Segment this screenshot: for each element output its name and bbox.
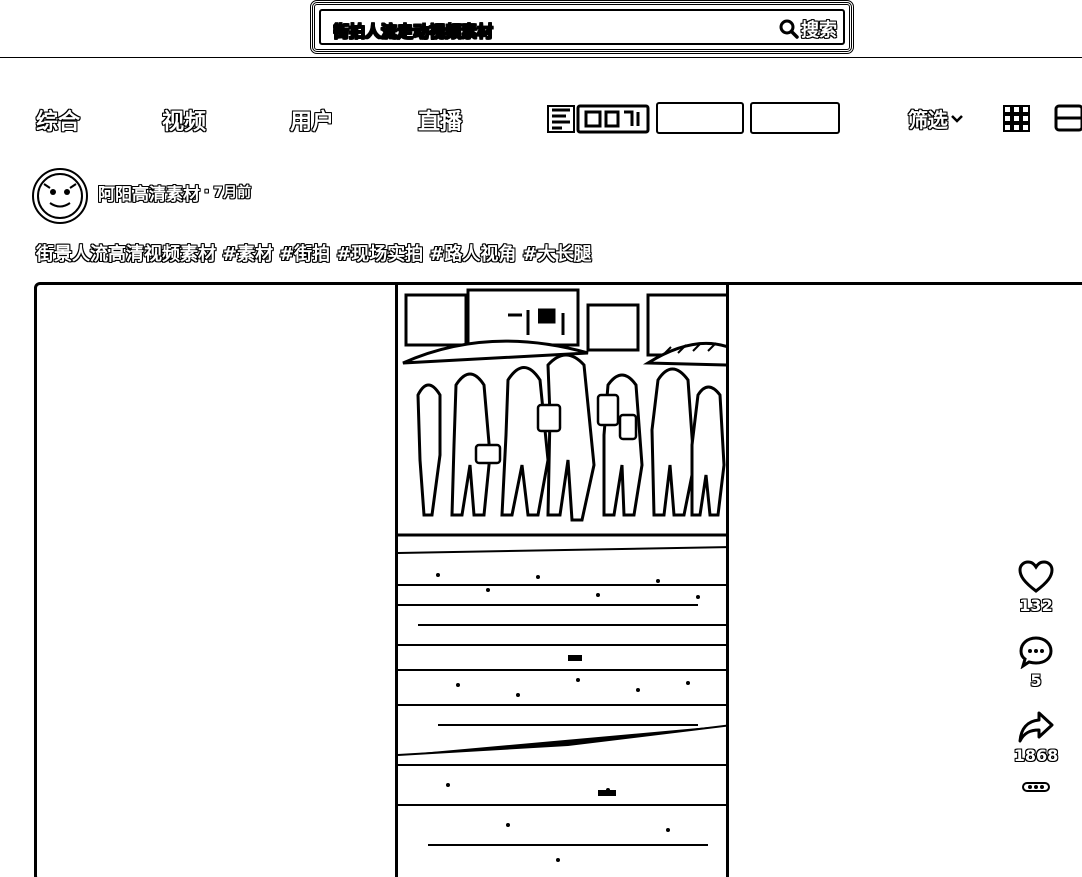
share-button[interactable]: 1868 <box>1013 710 1059 765</box>
list-view-icon[interactable] <box>1054 104 1082 132</box>
filter-pill-1[interactable] <box>656 102 744 134</box>
tab-general[interactable]: 综合 <box>36 104 80 136</box>
share-icon <box>1018 711 1054 743</box>
action-rail: 132 5 1868 <box>1010 560 1062 793</box>
chevron-down-icon <box>951 114 963 123</box>
avatar[interactable] <box>32 168 88 224</box>
result-tabs: 综合 视频 用户 直播 筛选 <box>0 100 1082 140</box>
heart-icon <box>1018 560 1054 593</box>
brand-logo-icon <box>547 104 650 134</box>
separator: · <box>204 184 210 200</box>
search-button-label: 搜索 <box>801 20 837 41</box>
hashtag[interactable]: #路人视角 <box>429 244 516 265</box>
share-count: 1868 <box>1013 746 1059 765</box>
post-author: 阿阳高清素材 · 7月前 <box>32 168 251 224</box>
like-count: 132 <box>1019 596 1053 615</box>
like-button[interactable]: 132 <box>1018 560 1054 615</box>
tab-users[interactable]: 用户 <box>290 104 334 136</box>
grid-view-icon[interactable] <box>1002 104 1030 132</box>
search-bar-inner: 搜索 <box>319 9 845 45</box>
search-button[interactable]: 搜索 <box>779 16 837 42</box>
search-header: 搜索 <box>0 0 1082 58</box>
comment-count: 5 <box>1030 671 1042 690</box>
avatar-face-icon <box>37 173 83 219</box>
search-icon <box>779 19 799 39</box>
hashtag[interactable]: #素材 <box>222 244 273 265</box>
post-time: 7月前 <box>213 185 252 201</box>
tab-live[interactable]: 直播 <box>418 104 462 136</box>
post-description: 街景人流高清视频素材 #素材 #街拍 #现场实拍 #路人视角 #大长腿 <box>36 240 597 266</box>
filter-button[interactable]: 筛选 <box>908 104 964 133</box>
author-name[interactable]: 阿阳高清素材 <box>98 180 200 205</box>
comment-icon <box>1019 636 1053 669</box>
hashtag[interactable]: #街拍 <box>279 244 330 265</box>
filter-label: 筛选 <box>908 108 948 132</box>
comment-button[interactable]: 5 <box>1018 635 1054 690</box>
video-player[interactable] <box>34 282 1082 877</box>
filter-pill-2[interactable] <box>750 102 840 134</box>
video-thumbnail <box>398 285 726 862</box>
tab-video[interactable]: 视频 <box>162 104 206 136</box>
search-input[interactable] <box>333 19 763 41</box>
description-text: 街景人流高清视频素材 <box>36 244 216 265</box>
video-frame[interactable] <box>395 285 729 877</box>
more-icon[interactable] <box>1022 781 1050 793</box>
search-bar: 搜索 <box>310 0 854 54</box>
hashtag[interactable]: #现场实拍 <box>336 244 423 265</box>
hashtag[interactable]: #大长腿 <box>522 244 591 265</box>
